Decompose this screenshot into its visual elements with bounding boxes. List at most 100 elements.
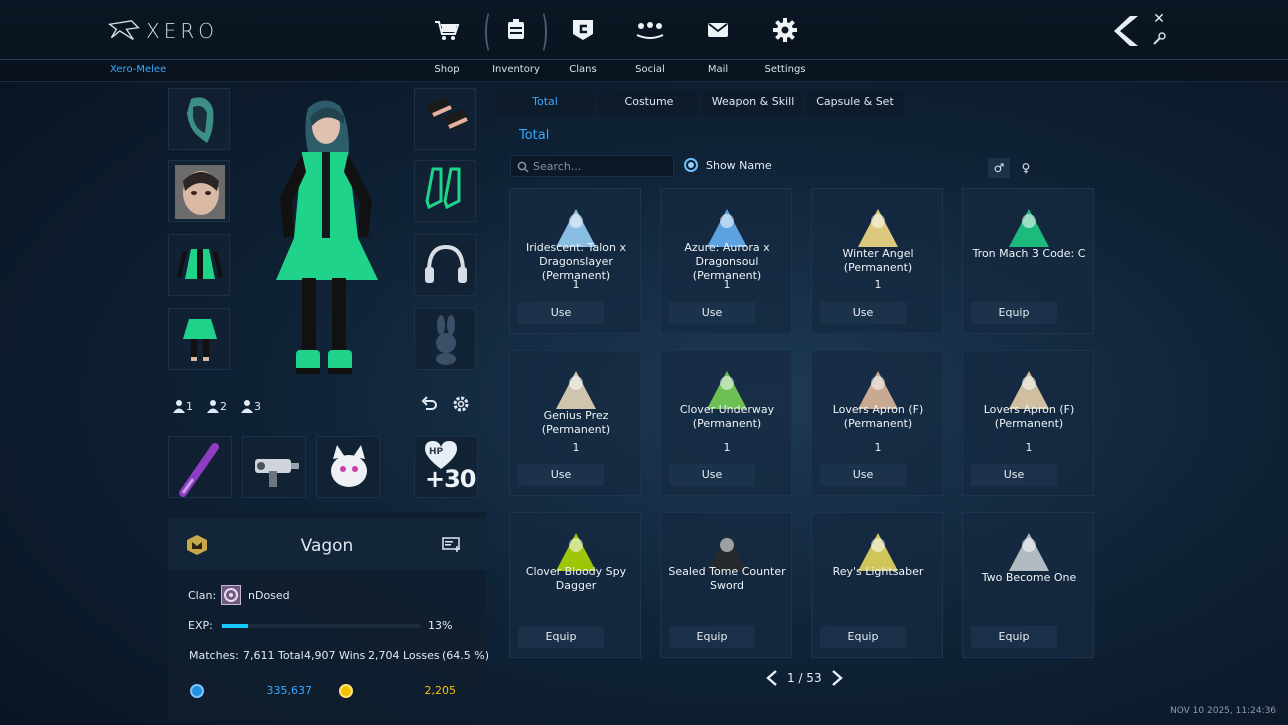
use-button[interactable]: Use (518, 464, 604, 486)
item-thumbnail-icon (1009, 209, 1049, 247)
equip-button[interactable]: Equip (820, 626, 906, 648)
nav-shop[interactable]: Shop (414, 10, 480, 78)
preview-settings-gear-icon[interactable] (452, 395, 470, 413)
item-card[interactable]: Winter Angel (Permanent) 1 Use (811, 188, 943, 334)
use-button[interactable]: Use (971, 464, 1057, 486)
slot-bottom[interactable] (168, 308, 230, 370)
gun-icon (255, 459, 299, 487)
preset-label: 1 (186, 399, 193, 413)
bat-icon (179, 443, 219, 497)
tab-weapon-skill[interactable]: Weapon & Skill (702, 90, 804, 114)
item-card[interactable]: Two Become One Equip (962, 512, 1094, 658)
nav-mail[interactable]: Mail (685, 10, 751, 78)
slot-top[interactable] (168, 234, 230, 296)
clan-icon (550, 10, 616, 50)
chevron-left-icon (1114, 16, 1138, 46)
use-button[interactable]: Use (820, 302, 906, 324)
item-name: Genius Prez (Permanent) (541, 409, 611, 436)
slot-pet[interactable] (316, 436, 380, 498)
clan-name[interactable]: nDosed (248, 589, 290, 602)
mail-icon (685, 10, 751, 50)
item-card[interactable]: Tron Mach 3 Code: C Equip (962, 188, 1094, 334)
blue-currency-icon (190, 684, 204, 698)
search-input[interactable] (533, 158, 671, 174)
item-card[interactable]: Lovers Apron (F) (Permanent) 1 Use (962, 350, 1094, 496)
use-button[interactable]: Use (669, 302, 755, 324)
use-button[interactable]: Use (669, 464, 755, 486)
social-icon (617, 10, 683, 50)
slot-ranged-weapon[interactable] (242, 436, 306, 498)
item-card[interactable]: Clover Underway (Permanent) 1 Use (660, 350, 792, 496)
gear-icon (752, 10, 818, 50)
slot-pet-empty[interactable] (414, 308, 476, 370)
nav-label: Social (635, 64, 665, 75)
item-name: Tron Mach 3 Code: C (972, 247, 1086, 260)
nav-label: Mail (707, 64, 729, 75)
item-quantity: 1 (1025, 441, 1033, 454)
male-filter-button[interactable]: ♂ (988, 158, 1010, 178)
slot-hair[interactable] (168, 88, 230, 150)
nav-social[interactable]: Social (617, 10, 683, 78)
item-card[interactable]: Genius Prez (Permanent) 1 Use (509, 350, 641, 496)
user-icon (207, 400, 219, 413)
nav-clans[interactable]: Clans (550, 10, 616, 78)
nav-settings[interactable]: Settings (752, 10, 818, 78)
hp-bonus-badge: HP +30 (414, 436, 478, 498)
item-quantity: 1 (723, 278, 731, 291)
back-button[interactable] (1112, 14, 1146, 48)
equip-button[interactable]: Equip (971, 302, 1057, 324)
slot-face[interactable] (168, 160, 230, 222)
timestamp: NOV 10 2025, 11:24:36 (1170, 706, 1277, 716)
item-card[interactable]: Rey's Lightsaber Equip (811, 512, 943, 658)
preset-2-button[interactable]: 2 (206, 396, 227, 416)
close-icon[interactable]: ✕ (1152, 12, 1166, 26)
slot-hands[interactable] (414, 88, 476, 150)
equip-button[interactable]: Equip (971, 626, 1057, 648)
item-card[interactable]: Lovers Apron (F) (Permanent) 1 Use (811, 350, 943, 496)
prev-page-icon[interactable] (765, 670, 779, 686)
preset-1-button[interactable]: 1 (172, 396, 193, 416)
undo-icon[interactable] (420, 395, 438, 413)
wrench-icon[interactable] (1152, 32, 1166, 46)
item-card[interactable]: Iridescent: Talon x Dragonslayer (Perman… (509, 188, 641, 334)
search-box[interactable] (510, 155, 674, 177)
nav-inventory[interactable]: Inventory (483, 10, 549, 78)
item-card[interactable]: Azure: Aurora x Dragonsoul (Permanent) 1 U… (660, 188, 792, 334)
female-filter-button[interactable]: ♀ (1015, 158, 1037, 178)
use-button[interactable]: Use (820, 464, 906, 486)
equip-button[interactable]: Equip (518, 626, 604, 648)
slot-melee-weapon[interactable] (168, 436, 232, 498)
profile-card-icon[interactable] (442, 536, 462, 552)
next-page-icon[interactable] (830, 670, 844, 686)
show-name-radio[interactable] (684, 158, 698, 172)
use-button[interactable]: Use (518, 302, 604, 324)
character-model (276, 100, 378, 374)
exp-bar-fill (222, 624, 248, 628)
gold-currency-icon (339, 684, 353, 698)
xero-logo-icon (108, 20, 140, 40)
hp-badge-text: HP (429, 447, 444, 457)
item-quantity: 1 (874, 441, 882, 454)
face-icon (175, 165, 225, 219)
item-card[interactable]: Clover Bloody Spy Dagger Equip (509, 512, 641, 658)
pagination: 1 / 53 (765, 668, 844, 688)
game-mode-label[interactable]: Xero-Melee (110, 64, 166, 75)
character-preview[interactable] (240, 88, 410, 388)
equip-button[interactable]: Equip (669, 626, 755, 648)
player-name-row: Vagon (168, 518, 486, 570)
tab-total[interactable]: Total (494, 90, 596, 114)
matches-total: 7,611 Total (243, 649, 304, 662)
tab-capsule-set[interactable]: Capsule & Set (806, 90, 904, 114)
tab-costume[interactable]: Costume (598, 90, 700, 114)
slot-socks[interactable] (414, 160, 476, 222)
item-thumbnail-icon (858, 209, 898, 247)
slot-headphones[interactable] (414, 234, 476, 296)
item-card[interactable]: Sealed Tome Counter Sword Equip (660, 512, 792, 658)
bunny-placeholder-icon (436, 315, 456, 365)
preset-3-button[interactable]: 3 (240, 396, 261, 416)
blue-currency-value: 335,637 (266, 684, 313, 697)
headphones-icon (425, 244, 467, 283)
show-name-label[interactable]: Show Name (706, 159, 772, 172)
exp-bar (222, 624, 420, 628)
matches-label: Matches: (189, 649, 239, 662)
